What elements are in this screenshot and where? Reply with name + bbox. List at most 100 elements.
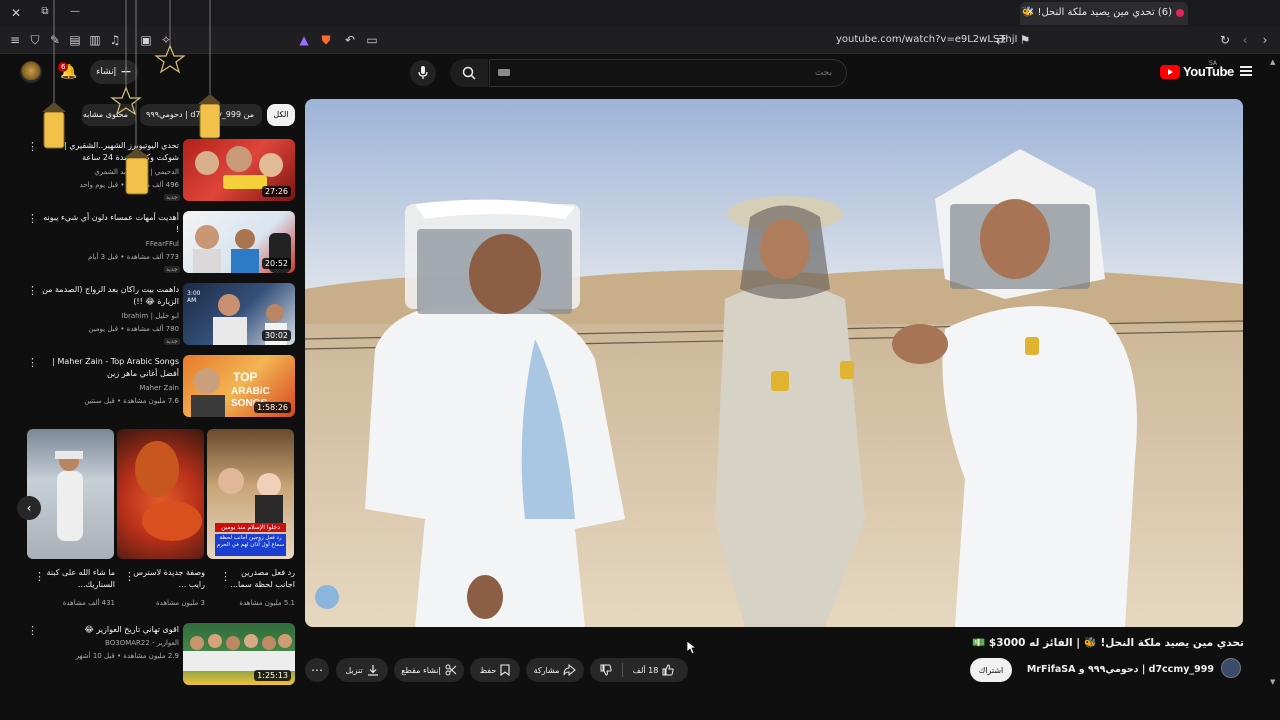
video-duration: 30:02	[261, 330, 291, 341]
video-frame	[305, 99, 1243, 627]
video-channel[interactable]: ابو خليل | Ibrahim	[40, 311, 180, 322]
lantern-decoration	[42, 0, 220, 195]
video-title[interactable]: داهمت بيت راكان بعد الزواج (الصدمة من ال…	[40, 284, 179, 308]
save-label: حفظ	[479, 665, 497, 675]
video-duration: 1:25:13	[254, 670, 291, 681]
video-title[interactable]: أهديت أمهات عمساء دلون أي شيء يبونه !	[40, 212, 179, 236]
short-title[interactable]: وصفة جديدة لاسترس رايب ...	[130, 567, 205, 591]
short-views: 431 ألف مشاهدة	[62, 599, 115, 607]
video-meta: 780 ألف مشاهدة • قبل يومين	[88, 325, 179, 333]
video-channel[interactable]: FFearFFul	[40, 239, 179, 250]
video-title[interactable]: اقوى تهاني تاريخ العوازير 😂	[40, 624, 179, 636]
youtube-play-icon	[1160, 64, 1180, 79]
svg-text:3:00: 3:00	[187, 290, 201, 297]
download-label: تنزيل	[345, 665, 363, 675]
scroll-up-icon[interactable]: ▲	[1270, 58, 1275, 66]
video-title: تحدي مين يصيد ملكة النحل! 🐝 | الفائز له …	[972, 637, 1244, 649]
window-close-icon[interactable]: ✕	[8, 7, 24, 19]
video-channel[interactable]: Maher Zain	[40, 383, 179, 394]
more-icon[interactable]: ⋮	[27, 212, 38, 225]
more-actions-button[interactable]: ⋯	[305, 658, 329, 682]
svg-text:TOP: TOP	[233, 370, 257, 384]
scroll-down-icon[interactable]: ▼	[1270, 678, 1275, 686]
share-label: مشاركة	[533, 665, 560, 675]
video-channel[interactable]: العوازير - BO3OMAR22	[40, 638, 179, 649]
download-button[interactable]: تنزيل	[336, 658, 388, 682]
dislike-icon	[600, 664, 612, 676]
reload-icon[interactable]: ↻	[1217, 34, 1233, 46]
short-thumbnail[interactable]	[27, 429, 114, 559]
video-meta: 7.6 مليون مشاهدة • قبل سنتين	[84, 397, 179, 405]
new-badge: جديد	[164, 338, 180, 345]
forward-icon[interactable]: ›	[1257, 34, 1273, 46]
video-duration: 1:58:26	[254, 402, 291, 413]
more-icon[interactable]: ⋮	[34, 570, 45, 583]
like-button[interactable]: 18 ألف	[633, 664, 679, 676]
short-overlay-2: رد فعل زوجين أجانب لحظة سماع أول أذان له…	[215, 534, 286, 556]
video-meta: 2.9 مليون مشاهدة • قبل 10 أشهر	[75, 652, 179, 660]
short-title[interactable]: رد فعل مصدرين اجانب لحظة سما...	[220, 567, 295, 591]
chip-all[interactable]: الكل	[267, 104, 295, 126]
video-thumbnail[interactable]: 3:00 AM 30:02	[183, 283, 295, 345]
more-icon[interactable]: ⋮	[27, 624, 38, 637]
short-thumbnail[interactable]: دخلوا الإسلام منذ يومين رد فعل زوجين أجا…	[207, 429, 294, 559]
save-button[interactable]: حفظ	[470, 658, 520, 682]
search-input[interactable]	[489, 59, 847, 87]
mic-icon	[418, 66, 428, 79]
channel-name[interactable]: d7ccmy_999 | دحومي٩٩٩ و MrFifaSA	[1022, 664, 1214, 675]
address-bar[interactable]: youtube.com/watch?v=e9L2wLSThjI	[836, 34, 1017, 45]
subscribe-button[interactable]: اشتراك	[970, 658, 1012, 682]
video-thumbnail[interactable]: TOP ARABiC SONGS 1:58:26	[183, 355, 295, 417]
more-icon[interactable]: ⋮	[27, 356, 38, 369]
bookmark-icon[interactable]: ⚑	[1017, 34, 1033, 46]
sidebar-menu-icon[interactable]: ≡	[7, 34, 23, 46]
short-overlay-1: دخلوا الإسلام منذ يومين	[215, 523, 286, 532]
like-divider	[621, 663, 623, 677]
triangle-icon[interactable]: ▲	[296, 34, 312, 46]
share-button[interactable]: مشاركة	[526, 658, 584, 682]
back-icon[interactable]: ‹	[1237, 34, 1253, 46]
video-title[interactable]: Maher Zain - Top Arabic Songs | أفضل أغا…	[40, 356, 179, 380]
clip-label: إنشاء مقطع	[401, 665, 441, 675]
mouse-cursor-icon	[687, 641, 697, 655]
short-art	[55, 451, 83, 541]
video-player[interactable]	[305, 99, 1243, 627]
short-art	[135, 441, 202, 541]
tab-title: (6) تحدي مين يصيد ملكة النحل! 🐝	[1021, 7, 1172, 18]
like-count: 18 ألف	[632, 665, 659, 675]
more-icon[interactable]: ⋮	[124, 570, 135, 583]
more-icon[interactable]: ⋮	[220, 570, 231, 583]
brave-shield-icon[interactable]: ⛊	[318, 34, 334, 46]
video-meta: 773 ألف مشاهدة • قبل 3 أيام	[88, 253, 179, 261]
video-thumbnail[interactable]: 1:25:13	[183, 623, 295, 685]
shorts-prev-arrow-icon[interactable]: ‹	[17, 496, 41, 520]
short-views: 3 مليون مشاهدة	[155, 599, 205, 607]
screen-icon[interactable]: ▭	[364, 34, 380, 46]
recording-icon	[1176, 9, 1184, 17]
search-button[interactable]	[450, 59, 488, 87]
short-views: 5.1 مليون مشاهدة	[239, 599, 295, 607]
short-title[interactable]: ما شاء الله على كبنة السناريك...	[40, 567, 115, 591]
more-icon[interactable]: ⋮	[27, 284, 38, 297]
mic-button[interactable]	[410, 60, 436, 86]
scissors-icon	[445, 664, 457, 676]
new-badge: جديد	[164, 266, 180, 273]
dislike-button[interactable]	[600, 664, 612, 676]
youtube-logo[interactable]: YouTube SA	[1160, 60, 1234, 79]
browser-tab[interactable]: (6) تحدي مين يصيد ملكة النحل! 🐝 ✕	[1020, 2, 1188, 25]
search-icon	[462, 66, 476, 80]
short-thumbnail[interactable]	[117, 429, 204, 559]
channel-avatar[interactable]	[1221, 658, 1241, 678]
like-icon	[662, 664, 675, 676]
tab-close-icon[interactable]: ✕	[1026, 7, 1034, 18]
clip-button[interactable]: إنشاء مقطع	[394, 658, 464, 682]
hamburger-menu-icon[interactable]	[1240, 66, 1252, 76]
undo-icon[interactable]: ↶	[342, 34, 358, 46]
save-icon	[500, 664, 510, 676]
keyboard-icon[interactable]	[498, 69, 510, 76]
video-duration: 27:26	[261, 186, 291, 197]
svg-text:ARABiC: ARABiC	[231, 386, 270, 397]
more-icon: ⋯	[311, 663, 323, 677]
download-icon	[367, 665, 378, 676]
video-thumbnail[interactable]: 20:52	[183, 211, 295, 273]
